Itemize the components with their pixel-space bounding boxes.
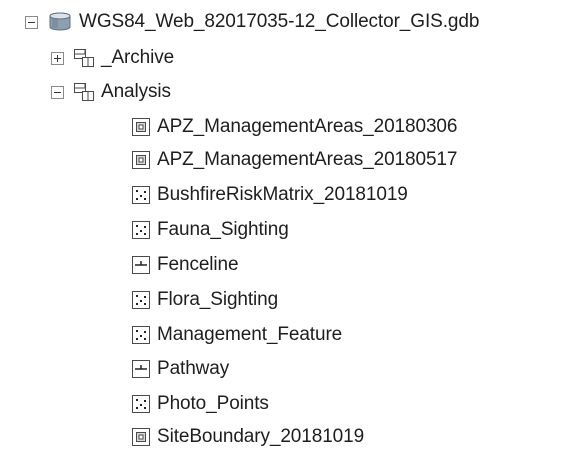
- feature-class-item[interactable]: Fauna_Sighting: [131, 215, 289, 245]
- feature-class-item[interactable]: Flora_Sighting: [131, 285, 278, 315]
- expand-icon[interactable]: [51, 51, 64, 65]
- tree-node-archive[interactable]: _Archive: [51, 43, 174, 73]
- polygon-feature-class-icon: [131, 117, 151, 137]
- feature-class-label: Flora_Sighting: [157, 289, 279, 310]
- tree-node-geodatabase[interactable]: WGS84_Web_82017035-12_Collector_GIS.gdb: [25, 7, 479, 37]
- geodatabase-icon: [47, 12, 73, 32]
- dataset-label: Analysis: [101, 81, 171, 102]
- feature-class-label: Management_Feature: [157, 324, 343, 345]
- feature-class-label: SiteBoundary_20181019: [157, 426, 365, 447]
- dataset-label: _Archive: [101, 47, 175, 68]
- feature-class-label: Pathway: [157, 358, 230, 379]
- feature-class-label: Fenceline: [157, 254, 239, 275]
- feature-class-item[interactable]: APZ_ManagementAreas_20180517: [131, 145, 457, 175]
- collapse-icon[interactable]: [51, 85, 64, 99]
- feature-class-label: APZ_ManagementAreas_20180306: [157, 116, 458, 137]
- feature-dataset-icon: [73, 82, 95, 102]
- feature-class-item[interactable]: Photo_Points: [131, 389, 269, 419]
- polygon-feature-class-icon: [131, 150, 151, 170]
- collapse-icon[interactable]: [25, 15, 38, 29]
- feature-class-item[interactable]: APZ_ManagementAreas_20180306: [131, 112, 457, 142]
- geodatabase-label: WGS84_Web_82017035-12_Collector_GIS.gdb: [79, 11, 480, 32]
- line-feature-class-icon: [131, 255, 151, 275]
- feature-class-item[interactable]: Pathway: [131, 354, 229, 384]
- feature-class-item[interactable]: SiteBoundary_20181019: [131, 422, 364, 452]
- feature-class-label: BushfireRiskMatrix_20181019: [157, 184, 408, 205]
- feature-class-item[interactable]: BushfireRiskMatrix_20181019: [131, 180, 408, 210]
- polygon-feature-class-icon: [131, 427, 151, 447]
- tree-node-analysis[interactable]: Analysis: [51, 77, 171, 107]
- feature-class-item[interactable]: Fenceline: [131, 250, 239, 280]
- point-feature-class-icon: [131, 185, 151, 205]
- line-feature-class-icon: [131, 359, 151, 379]
- point-feature-class-icon: [131, 220, 151, 240]
- feature-class-label: Fauna_Sighting: [157, 219, 289, 240]
- point-feature-class-icon: [131, 394, 151, 414]
- feature-dataset-icon: [73, 48, 95, 68]
- point-feature-class-icon: [131, 325, 151, 345]
- catalog-tree: WGS84_Web_82017035-12_Collector_GIS.gdb …: [0, 0, 574, 447]
- point-feature-class-icon: [131, 290, 151, 310]
- feature-class-label: Photo_Points: [157, 393, 269, 414]
- feature-class-item[interactable]: Management_Feature: [131, 320, 342, 350]
- feature-class-label: APZ_ManagementAreas_20180517: [157, 149, 458, 170]
